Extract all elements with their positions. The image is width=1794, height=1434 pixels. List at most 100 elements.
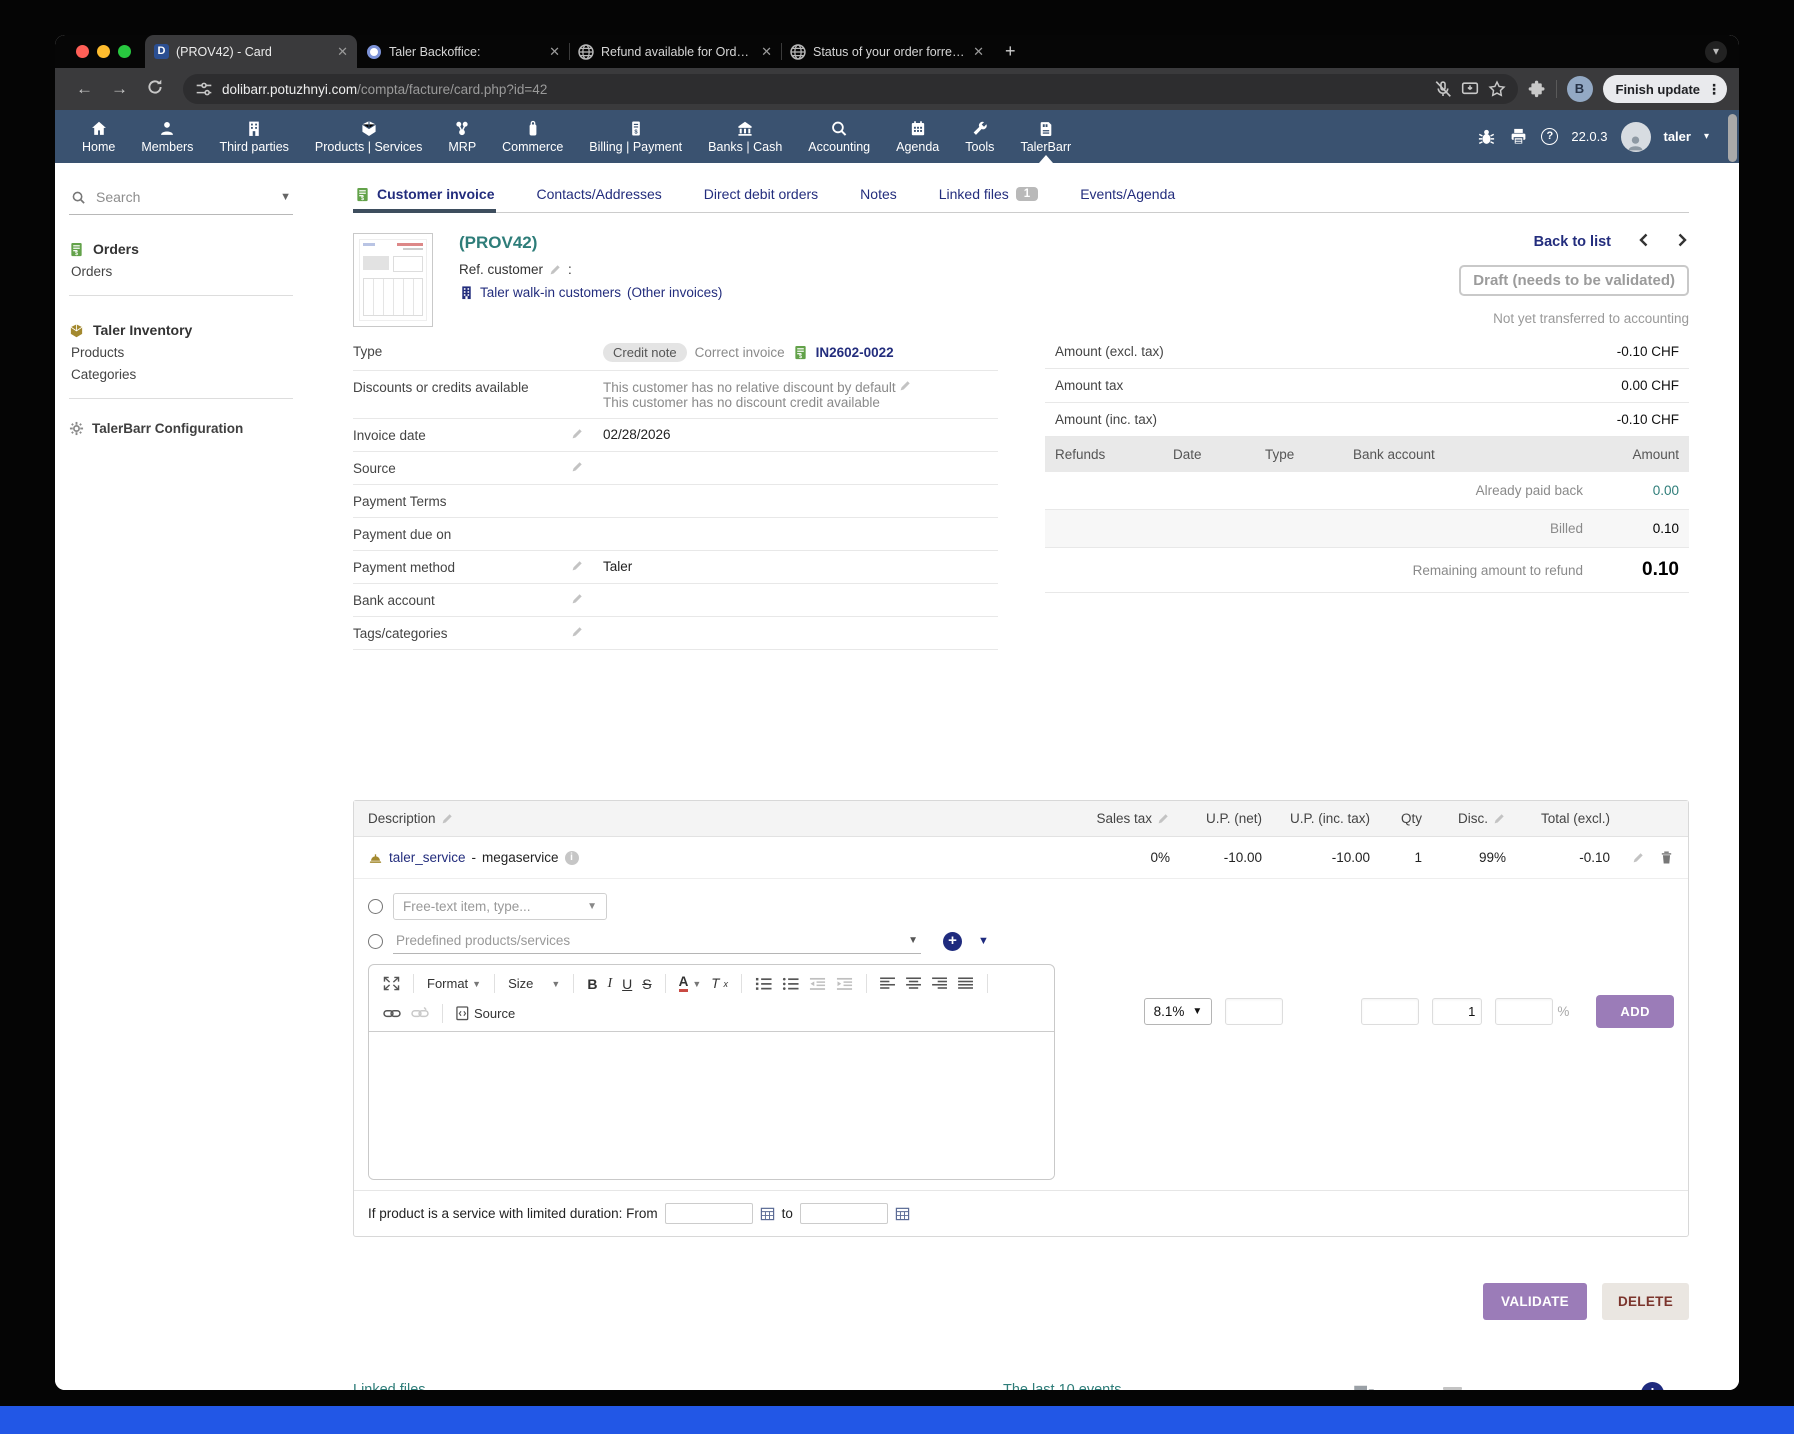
discount-input[interactable]: [1495, 998, 1553, 1025]
corrected-invoice-link[interactable]: IN2602-0022: [816, 345, 894, 360]
sidebar-item-talerbarr-configuration[interactable]: TalerBarr Configuration: [69, 421, 293, 436]
product-link[interactable]: taler_service: [389, 850, 466, 865]
align-left-icon[interactable]: [876, 975, 900, 992]
tab-search-button[interactable]: ▾: [1705, 41, 1727, 63]
reload-icon[interactable]: [137, 78, 173, 101]
already-paid-back-amount[interactable]: 0.00: [1583, 483, 1679, 498]
edit-icon[interactable]: [1157, 812, 1170, 825]
nav-home[interactable]: Home: [69, 110, 128, 163]
page-scrollbar[interactable]: [1728, 114, 1737, 162]
indent-icon[interactable]: [832, 975, 857, 993]
nav-billing-payment[interactable]: $ Billing | Payment: [576, 110, 695, 163]
browser-tab-4[interactable]: Status of your order forrefund ✕: [781, 35, 993, 68]
nav-banks-cash[interactable]: Banks | Cash: [695, 110, 795, 163]
sidebar-section-orders[interactable]: Orders: [69, 241, 293, 257]
edit-icon[interactable]: [571, 592, 584, 605]
browser-tab-3[interactable]: Refund available for Order to ✕: [569, 35, 781, 68]
tab-events-agenda[interactable]: Events/Agenda: [1078, 183, 1177, 212]
linked-files-link[interactable]: Linked files: [353, 1382, 426, 1390]
delete-button[interactable]: DELETE: [1602, 1283, 1689, 1320]
edit-line-icon[interactable]: [1632, 851, 1645, 864]
edit-icon[interactable]: [571, 427, 584, 440]
mic-off-icon[interactable]: [1434, 80, 1452, 98]
chevron-down-icon[interactable]: ▼: [280, 191, 291, 203]
nav-third-parties[interactable]: Third parties: [206, 110, 301, 163]
nav-mrp[interactable]: MRP: [435, 110, 489, 163]
tab-direct-debit-orders[interactable]: Direct debit orders: [702, 183, 820, 212]
close-tab-icon[interactable]: ✕: [549, 44, 560, 60]
nav-products-services[interactable]: Products | Services: [302, 110, 435, 163]
help-icon[interactable]: ?: [1541, 128, 1558, 145]
previous-record-icon[interactable]: [1637, 233, 1650, 251]
user-avatar[interactable]: [1621, 122, 1651, 152]
unit-price-inc-input[interactable]: [1361, 998, 1419, 1025]
nav-members[interactable]: Members: [128, 110, 206, 163]
sidebar-item-products[interactable]: Products: [69, 338, 293, 360]
vat-rate-select[interactable]: 8.1%▼: [1144, 998, 1213, 1025]
bold-button[interactable]: B: [583, 974, 601, 994]
add-line-button[interactable]: ADD: [1596, 995, 1674, 1028]
site-settings-icon[interactable]: [195, 80, 213, 98]
edit-icon[interactable]: [549, 263, 562, 276]
free-text-type-select[interactable]: Free-text item, type...▼: [393, 893, 607, 920]
edit-icon[interactable]: [899, 379, 912, 392]
remove-format-button[interactable]: Tx: [707, 974, 732, 993]
predefined-products-combobox[interactable]: Predefined products/services▼: [393, 928, 921, 954]
print-icon[interactable]: [1509, 127, 1528, 146]
back-to-list-link[interactable]: Back to list: [1534, 234, 1611, 250]
chevron-down-icon[interactable]: ▼: [978, 935, 989, 947]
browser-tab-2[interactable]: Taler Backoffice: ✕: [357, 35, 569, 68]
nav-agenda[interactable]: Agenda: [883, 110, 952, 163]
source-button[interactable]: Source: [452, 1004, 519, 1023]
bookmark-star-icon[interactable]: [1488, 80, 1506, 98]
browser-tab-1[interactable]: D (PROV42) - Card ✕: [145, 35, 357, 68]
size-select[interactable]: Size▼: [504, 974, 564, 993]
calendar-icon[interactable]: [760, 1206, 775, 1221]
close-window-button[interactable]: [76, 45, 89, 58]
nav-tools[interactable]: Tools: [952, 110, 1007, 163]
nav-commerce[interactable]: Commerce: [489, 110, 576, 163]
search-input[interactable]: [94, 188, 272, 206]
minimize-window-button[interactable]: [97, 45, 110, 58]
strikethrough-button[interactable]: S: [638, 974, 655, 994]
chevron-down-icon[interactable]: ▾: [1704, 131, 1709, 142]
italic-button[interactable]: I: [603, 974, 616, 994]
validate-button[interactable]: VALIDATE: [1483, 1283, 1587, 1320]
ordered-list-icon[interactable]: [751, 975, 776, 993]
chat-icon[interactable]: [1351, 1382, 1377, 1390]
qty-input[interactable]: [1432, 998, 1482, 1025]
sidebar-item-orders[interactable]: Orders: [69, 257, 293, 279]
new-tab-button[interactable]: +: [993, 35, 1028, 68]
format-select[interactable]: Format▼: [423, 974, 485, 993]
duration-from-input[interactable]: [665, 1203, 753, 1224]
unlink-icon[interactable]: [407, 1004, 433, 1023]
add-product-icon[interactable]: +: [943, 932, 962, 951]
maximize-icon[interactable]: [379, 974, 404, 993]
add-event-icon[interactable]: +: [1641, 1382, 1664, 1390]
align-right-icon[interactable]: [928, 975, 952, 992]
text-color-button[interactable]: A▼: [675, 973, 706, 994]
url-text[interactable]: dolibarr.potuzhnyi.com/compta/facture/ca…: [222, 82, 547, 97]
edit-icon[interactable]: [441, 812, 454, 825]
finish-update-button[interactable]: Finish update ⋮: [1603, 75, 1728, 103]
bug-icon[interactable]: [1477, 127, 1496, 146]
unit-price-net-input[interactable]: [1225, 998, 1283, 1025]
outdent-icon[interactable]: [805, 975, 830, 993]
description-textarea[interactable]: [369, 1031, 1054, 1179]
info-icon[interactable]: i: [565, 851, 579, 865]
user-name[interactable]: taler: [1664, 129, 1691, 144]
tab-contacts-addresses[interactable]: Contacts/Addresses: [534, 183, 663, 212]
edit-icon[interactable]: [571, 625, 584, 638]
close-tab-icon[interactable]: ✕: [761, 44, 772, 60]
customer-link[interactable]: Taler walk-in customers: [480, 285, 621, 300]
sidebar-section-inventory[interactable]: Taler Inventory: [69, 322, 293, 338]
sidebar-search[interactable]: ▼: [69, 183, 293, 215]
other-invoices-link[interactable]: (Other invoices): [627, 285, 722, 300]
sidebar-item-categories[interactable]: Categories: [69, 360, 293, 382]
delete-line-icon[interactable]: [1659, 850, 1674, 865]
justify-icon[interactable]: [954, 975, 978, 992]
edit-icon[interactable]: [571, 460, 584, 473]
tab-notes[interactable]: Notes: [858, 183, 899, 212]
profile-avatar[interactable]: B: [1567, 76, 1593, 102]
nav-talerbarr[interactable]: TalerBarr: [1007, 110, 1084, 163]
